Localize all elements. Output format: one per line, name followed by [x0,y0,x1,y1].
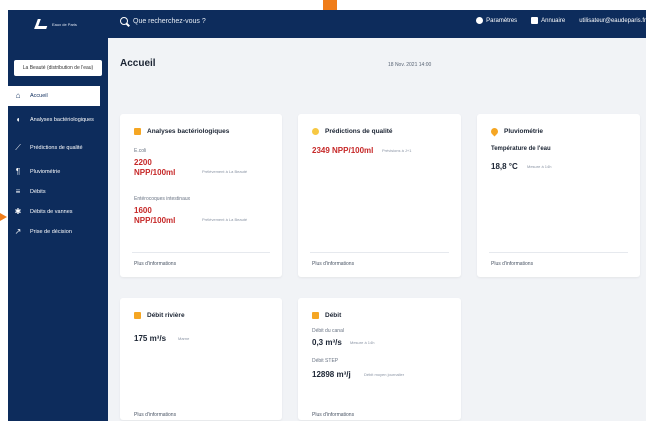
flow-icon [134,312,141,319]
metric-value: 18,8 °C [491,162,518,171]
card-title: Pluviométrie [489,126,544,137]
metric-note: Débit moyen journalier [364,372,405,377]
sidebar-nav: ⌂ Accueil ◖ Analyses bactériologiques ⟋ … [8,86,108,242]
divider [489,252,628,253]
directory-label: Annuaire [541,17,566,24]
top-bar: Eaux de Paris Que recherchez-vous ? Para… [8,10,646,38]
more-info-link[interactable]: Plus d'informations [134,412,176,418]
card-title-text: Prédictions de qualité [325,128,393,135]
metric-note: Mesure à 14h [350,340,375,345]
directory-link[interactable]: Annuaire [531,17,565,24]
sidebar-item-analyses[interactable]: ◖ Analyses bactériologiques [8,106,108,134]
sidebar-item-pluviometrie[interactable]: ¶ Pluviométrie [8,162,108,182]
sidebar-item-vannes[interactable]: ✱ Débits de vannes [8,202,108,222]
sidebar-item-label: Prise de décision [30,228,72,235]
decision-icon: ↗ [14,227,22,236]
metric-note: Prélèvement à La Beauté [202,217,248,222]
home-icon: ⌂ [15,91,21,100]
card-debit-riviere: Débit rivière 175 m³/s Marne Plus d'info… [120,298,282,420]
metric-note: Marne [178,336,190,341]
orange-marker-arrow [0,213,7,221]
search-input[interactable]: Que recherchez-vous ? [133,18,206,25]
page-title: Accueil [120,58,156,69]
rain-icon: ¶ [15,167,21,176]
chart-icon: ⟋ [15,143,21,152]
metric-note: Prévisions à J+1 [382,148,412,153]
search-bar[interactable]: Que recherchez-vous ? [120,17,206,25]
sidebar-item-label: Débits [30,188,46,195]
metric-label: Entérocoques intestinaux [134,196,191,202]
metric-value: 1600 NPP/100ml [134,206,176,225]
metric-label: Débit STEP [312,358,339,364]
card-title: Prédictions de qualité [312,128,393,135]
book-icon [531,17,539,24]
settings-link[interactable]: Paramètres [476,17,517,24]
user-account[interactable]: utilisateur@eaudeparis.fr [579,18,646,24]
gear-icon [476,17,484,24]
sidebar-item-label: Accueil [30,92,48,99]
card-title-text: Pluviométrie [504,128,544,135]
site-select[interactable]: La Beauté (distribution de l'eau) [14,60,102,76]
logo-text: Eaux de Paris [52,21,77,27]
sidebar: La Beauté (distribution de l'eau) ⌂ Accu… [8,38,108,421]
settings-label: Paramètres [486,17,518,24]
logo-icon [34,19,50,29]
sidebar-item-predictions[interactable]: ⟋ Prédictions de qualité [8,134,108,162]
site-select-value: La Beauté (distribution de l'eau) [22,65,94,71]
sidebar-item-decision[interactable]: ↗ Prise de décision [8,222,108,242]
card-title-text: Débit rivière [147,312,185,319]
card-title-text: Analyses bactériologiques [147,128,230,135]
metric-note: Prélèvement à La Beauté [202,169,248,174]
metric-value: 12898 m³/j [312,370,351,379]
gear-icon: ✱ [14,207,22,216]
sidebar-item-debits[interactable]: ≡ Débits [8,182,108,202]
bacteria-icon [134,128,141,135]
bacteria-icon: ◖ [15,115,21,124]
more-info-link[interactable]: Plus d'informations [312,261,354,267]
chart-icon [312,128,319,135]
app-logo[interactable]: Eaux de Paris [34,14,96,34]
metric-note: Mesure à 14h [527,164,552,169]
user-email: utilisateur@eaudeparis.fr [579,17,646,24]
metric-value: 175 m³/s [134,334,167,343]
page-date: 18 Nov. 2021 14:00 [388,62,432,68]
list-icon: ≡ [15,187,21,196]
card-title: Débit [312,312,341,319]
metric-value: 0,3 m³/s [312,338,342,347]
metric-label: Débit du canal [312,328,344,334]
card-bacterio: Analyses bactériologiques E.coli 2200 NP… [120,114,282,277]
divider [310,252,449,253]
sidebar-item-label: Pluviométrie [30,168,61,175]
card-title: Analyses bactériologiques [134,128,229,135]
metric-label: Température de l'eau [491,146,551,152]
metric-value: 2200 NPP/100ml [134,158,176,177]
sidebar-item-label: Analyses bactériologiques [30,116,94,123]
app-window: Eaux de Paris Que recherchez-vous ? Para… [8,10,646,421]
metric-value: 2349 NPP/100ml [312,146,374,155]
rain-icon [489,126,500,137]
divider [132,252,270,253]
top-links: Paramètres Annuaire utilisateur@eaudepar… [476,17,646,24]
orange-marker-top [323,0,337,10]
flow-icon [312,312,319,319]
card-debit: Débit Débit du canal 0,3 m³/s Mesure à 1… [298,298,461,420]
search-icon [120,17,128,25]
more-info-link[interactable]: Plus d'informations [134,261,176,267]
card-title: Débit rivière [134,312,185,319]
card-pluviometrie: Pluviométrie Température de l'eau 18,8 °… [477,114,640,277]
card-predictions: Prédictions de qualité 2349 NPP/100ml Pr… [298,114,461,277]
more-info-link[interactable]: Plus d'informations [491,261,533,267]
more-info-link[interactable]: Plus d'informations [312,412,354,418]
sidebar-item-label: Prédictions de qualité [30,144,83,151]
main-content: Accueil 18 Nov. 2021 14:00 Analyses bact… [108,38,646,421]
sidebar-item-label: Débits de vannes [30,208,73,215]
card-title-text: Débit [325,312,342,319]
metric-label: E.coli [134,148,147,154]
sidebar-item-accueil[interactable]: ⌂ Accueil [8,86,100,106]
